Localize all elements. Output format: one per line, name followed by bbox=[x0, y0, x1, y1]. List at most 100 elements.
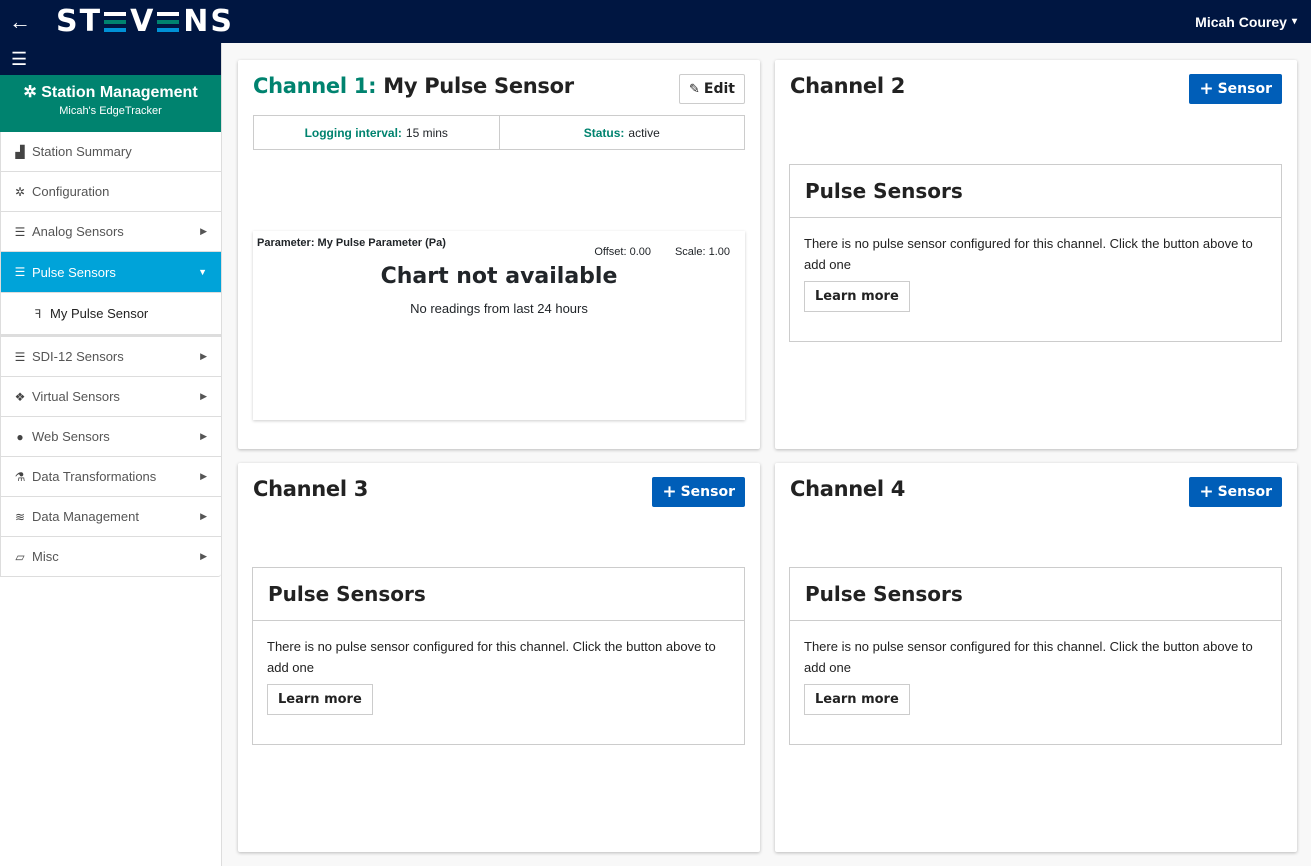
flask-icon: ⚗ bbox=[14, 469, 26, 484]
parameter-offset: Offset: 0.00 bbox=[594, 246, 651, 258]
sidebar-item-analog-sensors[interactable]: ☰ Analog Sensors ▶ bbox=[1, 212, 221, 252]
cubes-icon: ❖ bbox=[14, 389, 26, 404]
sliders-icon: ☰ bbox=[14, 349, 26, 364]
plus-icon: + bbox=[1199, 79, 1214, 99]
add-sensor-button[interactable]: + Sensor bbox=[652, 477, 745, 507]
database-icon: ≋ bbox=[14, 509, 26, 524]
edit-button[interactable]: ✎ Edit bbox=[679, 74, 745, 104]
sidebar-item-data-transformations[interactable]: ⚗ Data Transformations ▶ bbox=[1, 457, 221, 497]
station-title: Station Management bbox=[41, 84, 198, 101]
sidebar-item-sdi12-sensors[interactable]: ☰ SDI-12 Sensors ▶ bbox=[1, 337, 221, 377]
empty-message: There is no pulse sensor configured for … bbox=[267, 639, 716, 675]
sidebar-item-label: Misc bbox=[32, 549, 59, 564]
status-value: active bbox=[628, 125, 660, 140]
add-sensor-label: Sensor bbox=[1217, 484, 1272, 500]
caret-down-icon: ▾ bbox=[1291, 16, 1297, 27]
pencil-icon: ✎ bbox=[689, 81, 700, 97]
channel-title: Channel 2 bbox=[790, 74, 906, 98]
logo-e-bars-icon bbox=[104, 11, 128, 33]
channel-3-card: Channel 3 + Sensor Pulse Sensors There i… bbox=[238, 463, 760, 852]
caret-right-icon: ▶ bbox=[200, 471, 207, 481]
learn-more-button[interactable]: Learn more bbox=[804, 684, 910, 715]
sidebar-item-label: Data Management bbox=[32, 509, 139, 524]
folder-open-icon: ▱ bbox=[15, 549, 25, 564]
sliders-icon: ☰ bbox=[14, 224, 26, 239]
pulse-sensors-panel: Pulse Sensors There is no pulse sensor c… bbox=[252, 567, 745, 745]
sidebar-item-station-summary[interactable]: ▟ Station Summary bbox=[1, 132, 221, 172]
sidebar-item-label: Pulse Sensors bbox=[32, 264, 116, 280]
logging-interval-value: 15 mins bbox=[405, 125, 448, 140]
logging-interval: Logging interval: 15 mins bbox=[254, 116, 499, 149]
sidebar-item-pulse-sensors[interactable]: ☰ Pulse Sensors ▼ bbox=[1, 252, 221, 293]
hamburger-menu-icon[interactable]: ☰ bbox=[0, 43, 221, 75]
caret-down-icon: ▼ bbox=[198, 267, 207, 277]
pulse-sensors-panel: Pulse Sensors There is no pulse sensor c… bbox=[789, 164, 1282, 342]
channel-4-card: Channel 4 + Sensor Pulse Sensors There i… bbox=[775, 463, 1297, 852]
panel-title: Pulse Sensors bbox=[790, 165, 1281, 218]
sidebar-item-label: Analog Sensors bbox=[32, 224, 124, 239]
plus-icon: + bbox=[662, 482, 677, 502]
gear-icon: ✲ bbox=[14, 184, 26, 199]
sidebar-item-label: Data Transformations bbox=[32, 469, 157, 484]
caret-right-icon: ▶ bbox=[200, 351, 207, 361]
panel-title: Pulse Sensors bbox=[790, 568, 1281, 621]
sidebar-item-label: SDI-12 Sensors bbox=[32, 349, 124, 364]
pulse-sensor-icon: ꟻ bbox=[34, 306, 42, 321]
sidebar-item-virtual-sensors[interactable]: ❖ Virtual Sensors ▶ bbox=[1, 377, 221, 417]
sidebar-item-label: Configuration bbox=[32, 184, 110, 199]
logo-e-bars-icon bbox=[157, 11, 181, 33]
logo-text-mid: V bbox=[130, 4, 156, 39]
plus-icon: + bbox=[1199, 482, 1214, 502]
chart-not-available: Chart not available bbox=[380, 264, 618, 289]
sidebar-item-my-pulse-sensor[interactable]: ꟻ My Pulse Sensor bbox=[1, 293, 221, 337]
top-navbar: ← ST V NS Micah Courey ▾ bbox=[0, 0, 1311, 43]
edit-label: Edit bbox=[703, 81, 735, 97]
pulse-sensors-panel: Pulse Sensors There is no pulse sensor c… bbox=[789, 567, 1282, 745]
channel-prefix: Channel 1: bbox=[253, 74, 377, 98]
add-sensor-button[interactable]: + Sensor bbox=[1189, 74, 1282, 104]
sidebar-item-label: Web Sensors bbox=[32, 429, 110, 444]
sidebar-item-misc[interactable]: ▱ Misc ▶ bbox=[1, 537, 221, 577]
caret-right-icon: ▶ bbox=[200, 551, 207, 561]
empty-message: There is no pulse sensor configured for … bbox=[804, 639, 1253, 675]
back-arrow-icon[interactable]: ← bbox=[2, 0, 38, 43]
sidebar-nav: ▟ Station Summary ✲ Configuration ☰ Anal… bbox=[0, 132, 221, 577]
sensor-status: Status: active bbox=[498, 116, 745, 149]
chart-no-readings: No readings from last 24 hours bbox=[410, 301, 588, 316]
panel-title: Pulse Sensors bbox=[253, 568, 744, 621]
caret-right-icon: ▶ bbox=[200, 391, 207, 401]
sensor-info-bar: Logging interval: 15 mins Status: active bbox=[253, 115, 745, 150]
stevens-logo[interactable]: ST V NS bbox=[56, 4, 234, 39]
channel-title: Channel 3 bbox=[253, 477, 369, 501]
gear-icon: ✲ bbox=[23, 84, 37, 101]
sidebar-item-web-sensors[interactable]: ● Web Sensors ▶ bbox=[1, 417, 221, 457]
user-menu[interactable]: Micah Courey ▾ bbox=[1195, 0, 1297, 43]
channel-sensor-name: My Pulse Sensor bbox=[383, 74, 574, 98]
sidebar: ☰ ✲ Station Management Micah's EdgeTrack… bbox=[0, 43, 222, 866]
add-sensor-label: Sensor bbox=[1217, 81, 1272, 97]
empty-message: There is no pulse sensor configured for … bbox=[804, 236, 1253, 272]
channel-title: Channel 1: My Pulse Sensor bbox=[253, 74, 574, 98]
station-subtitle: Micah's EdgeTracker bbox=[59, 105, 162, 117]
logging-interval-label: Logging interval: bbox=[304, 125, 402, 140]
learn-more-button[interactable]: Learn more bbox=[804, 281, 910, 312]
channel-1-card: Channel 1: My Pulse Sensor ✎ Edit Loggin… bbox=[238, 60, 760, 449]
add-sensor-button[interactable]: + Sensor bbox=[1189, 477, 1282, 507]
caret-right-icon: ▶ bbox=[200, 511, 207, 521]
parameter-name: Parameter: My Pulse Parameter (Pa) bbox=[257, 237, 446, 249]
sidebar-item-label: Virtual Sensors bbox=[32, 389, 120, 404]
add-sensor-label: Sensor bbox=[680, 484, 735, 500]
globe-icon: ● bbox=[16, 429, 24, 444]
channel-2-card: Channel 2 + Sensor Pulse Sensors There i… bbox=[775, 60, 1297, 449]
station-summary-icon: ▟ bbox=[15, 144, 25, 159]
sidebar-item-data-management[interactable]: ≋ Data Management ▶ bbox=[1, 497, 221, 537]
sidebar-item-label: My Pulse Sensor bbox=[50, 306, 149, 321]
sidebar-item-configuration[interactable]: ✲ Configuration bbox=[1, 172, 221, 212]
user-name: Micah Courey bbox=[1195, 13, 1287, 30]
logo-text-left: ST bbox=[56, 4, 103, 39]
sidebar-item-label: Station Summary bbox=[32, 144, 132, 159]
parameter-chart-box: Parameter: My Pulse Parameter (Pa) Offse… bbox=[253, 231, 745, 420]
parameter-scale: Scale: 1.00 bbox=[674, 246, 730, 258]
learn-more-button[interactable]: Learn more bbox=[267, 684, 373, 715]
channel-title: Channel 4 bbox=[790, 477, 906, 501]
